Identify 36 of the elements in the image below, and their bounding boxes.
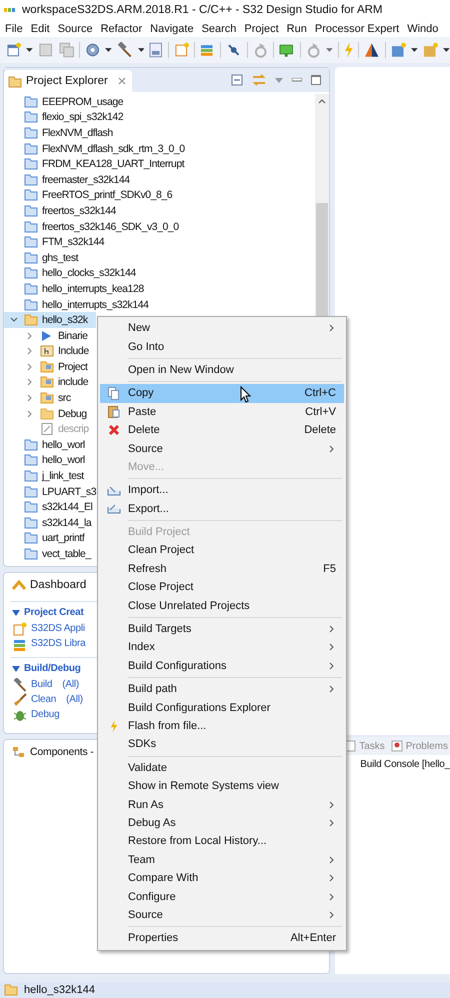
tree-item-label: FlexNVM_dflash_sdk_rtm_3_0_0 — [42, 142, 185, 155]
tree-item-label: freemaster_s32k144 — [42, 174, 130, 186]
tree-item-label: freertos_s32k144 — [42, 204, 116, 217]
tree-item-label: src — [58, 392, 71, 404]
tree-item-label: FRDM_KEA128_UART_Interrupt — [42, 158, 184, 170]
tree-item-label: hello_worl — [42, 454, 85, 466]
tree-item-label: Project — [58, 360, 88, 373]
tree-item-label: FlexNVM_dflash — [42, 126, 113, 139]
tree-item-label: s32k144_El — [42, 501, 92, 514]
tree-item-label: descrip — [58, 423, 89, 436]
tree-item-label: FTM_s32k144 — [42, 236, 104, 248]
tree-item-label: freertos_s32k146_SDK_v3_0_0 — [42, 220, 179, 233]
tree-item-label: Binarie — [58, 330, 88, 342]
window-title: workspaceS32DS.ARM.2018.R1 - C/C++ - S32 Design Studio for ARM — [22, 4, 382, 16]
tab-label: Components - — [30, 746, 94, 758]
tree-item-label: Debug — [58, 408, 87, 420]
tree-item-label: FreeRTOS_printf_SDKv0_8_6 — [42, 189, 172, 202]
tree-item-label: LPUART_s3 — [42, 486, 96, 498]
tree-item-label: Include — [58, 345, 89, 358]
tree-item-label: j_link_test — [42, 470, 84, 482]
tree-item-label: hello_interrupts_s32k144 — [42, 298, 149, 311]
status-text: hello_s32k144 — [24, 984, 95, 996]
tree-item-label: vect_table_ — [42, 548, 91, 560]
tree-item-label: hello_interrupts_kea128 — [42, 282, 144, 295]
tree-item-label: hello_clocks_s32k144 — [42, 267, 136, 280]
tree-item-label: s32k144_la — [42, 516, 92, 529]
tab-label: Dashboard — [30, 579, 86, 591]
tab-label: Project Explorer — [26, 75, 108, 87]
tree-item-label: include — [58, 376, 88, 388]
tree-item-label: EEEPROM_usage — [42, 96, 124, 108]
tree-item-label: hello_worl — [42, 438, 85, 451]
tree-item-label: uart_printf — [42, 532, 84, 544]
tree-item-label: ghs_test — [42, 252, 78, 264]
tree-item-label: hello_s32k — [42, 314, 88, 326]
console-title: Build Console [hello_ — [360, 758, 450, 770]
tree-item-label: flexio_spi_s32k142 — [42, 111, 124, 124]
